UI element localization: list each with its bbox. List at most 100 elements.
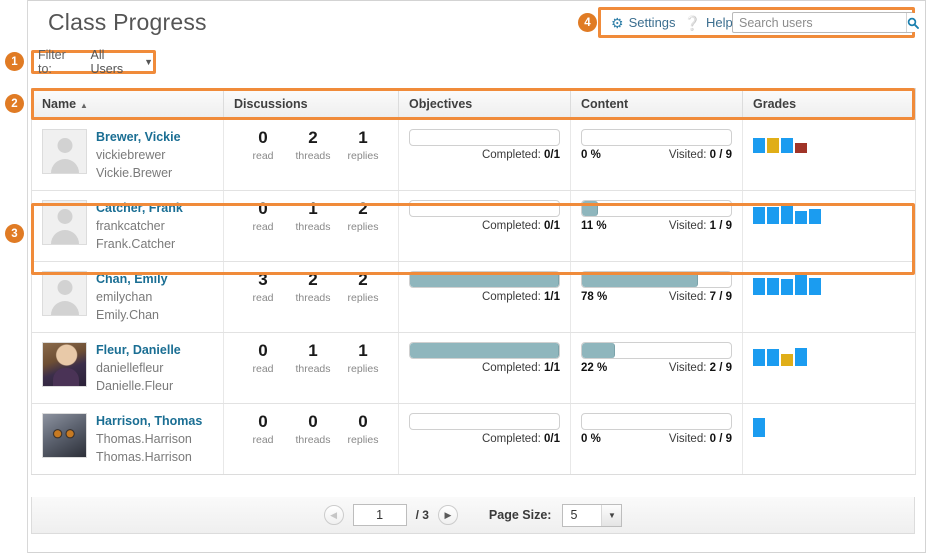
grades-bar-chart [753, 413, 905, 437]
table-row: Brewer, VickievickiebrewerVickie.Brewer 0… [32, 120, 916, 191]
search-input[interactable] [733, 13, 906, 32]
discussion-stat-replies: 1replies [338, 342, 388, 375]
cell-content: 11 %Visited: 1 / 9 [571, 191, 743, 262]
cell-grades [743, 333, 916, 404]
column-header-content[interactable]: Content [571, 89, 743, 120]
cell-discussions: 0read2threads1replies [224, 120, 399, 191]
discussion-stat-read: 0read [238, 413, 288, 446]
cell-grades [743, 120, 916, 191]
discussion-stat-threads: 0threads [288, 413, 338, 446]
content-progress-bar [581, 129, 732, 146]
help-button[interactable]: ❔ Help [684, 15, 733, 30]
student-handle: Emily.Chan [96, 306, 168, 324]
cell-grades [743, 262, 916, 333]
next-page-button[interactable]: ▶ [438, 505, 458, 525]
callout-badge-4: 4 [578, 13, 597, 32]
column-header-name[interactable]: Name▲ [32, 89, 224, 120]
discussion-stat-replies: 2replies [338, 200, 388, 233]
grade-bar [767, 138, 779, 153]
cell-content: 22 % Visited: 2 / 9 [571, 333, 743, 404]
cell-grades [743, 191, 916, 262]
student-handle: Thomas.Harrison [96, 448, 202, 466]
grade-bar [795, 143, 807, 153]
avatar [42, 413, 87, 458]
cell-objectives: Completed: 1/1 [399, 333, 571, 404]
avatar-placeholder-body [51, 159, 79, 174]
content-visited-label: Visited: 0 / 9 [669, 149, 732, 161]
grades-bar-chart [753, 129, 905, 153]
discussion-stat-replies: 1replies [338, 129, 388, 162]
content-percent: 0 % [581, 149, 601, 161]
grade-bar [781, 138, 793, 153]
student-name-link[interactable]: Harrison, Thomas [96, 413, 202, 430]
discussion-stat-threads: 2threads [288, 271, 338, 304]
student-username: Thomas.Harrison [96, 430, 202, 448]
search-button[interactable] [906, 13, 919, 32]
cell-name: Catcher, FrankfrankcatcherFrank.Catcher [32, 191, 224, 262]
page-size-value: 5 [563, 505, 601, 526]
column-header-grades[interactable]: Grades [743, 89, 916, 120]
cell-name: Fleur, DanielledaniellefleurDanielle.Fle… [32, 333, 224, 404]
discussion-stat-threads: 2threads [288, 129, 338, 162]
cell-grades [743, 404, 916, 475]
discussion-stat-read: 0read [238, 200, 288, 233]
content-percent: 22 % [581, 362, 607, 374]
content-percent: 78 % [581, 291, 607, 303]
student-username: vickiebrewer [96, 146, 181, 164]
grade-bar [781, 279, 793, 295]
column-header-discussions[interactable]: Discussions [224, 89, 399, 120]
cell-discussions: 3read2threads2replies [224, 262, 399, 333]
content-visited-label: Visited: 7 / 9 [669, 291, 732, 303]
page-frame-top-border [27, 0, 926, 1]
avatar [42, 200, 87, 245]
cell-name: Chan, EmilyemilychanEmily.Chan [32, 262, 224, 333]
student-handle: Danielle.Fleur [96, 377, 181, 395]
content-progress-bar [581, 342, 732, 359]
grade-bar [767, 278, 779, 295]
content-visited-label: Visited: 2 / 9 [669, 362, 732, 374]
content-visited-label: Visited: 0 / 9 [669, 433, 732, 445]
student-name-link[interactable]: Chan, Emily [96, 271, 168, 288]
table-row: Chan, EmilyemilychanEmily.Chan3read2thre… [32, 262, 916, 333]
grade-bar [809, 209, 821, 224]
filter-control: Filter to: All Users ▼ [31, 50, 156, 74]
objectives-label: Completed: 1/1 [482, 362, 560, 374]
avatar-photo [43, 414, 86, 457]
callout-badge-2: 2 [5, 94, 24, 113]
student-handle: Vickie.Brewer [96, 164, 181, 182]
settings-button[interactable]: ⚙ Settings [611, 15, 676, 30]
chevron-down-icon: ▼ [601, 505, 621, 526]
grade-bar [753, 278, 765, 295]
avatar [42, 342, 87, 387]
avatar-photo [43, 343, 86, 386]
objectives-label: Completed: 0/1 [482, 433, 560, 445]
page-size-select[interactable]: 5 ▼ [562, 504, 622, 527]
student-username: frankcatcher [96, 217, 183, 235]
grades-bar-chart [753, 200, 905, 224]
grade-bar [781, 354, 793, 366]
column-header-objectives[interactable]: Objectives [399, 89, 571, 120]
callout-badge-3: 3 [5, 224, 24, 243]
grade-bar [753, 138, 765, 153]
grade-bar [753, 418, 765, 437]
filter-dropdown[interactable]: All Users ▼ [90, 48, 153, 76]
student-name-link[interactable]: Catcher, Frank [96, 200, 183, 217]
chevron-down-icon: ▼ [144, 57, 153, 67]
grades-bar-chart [753, 271, 905, 295]
previous-page-button[interactable]: ◀ [324, 505, 344, 525]
top-toolbar: ⚙ Settings ❔ Help [598, 7, 915, 38]
student-name-link[interactable]: Fleur, Danielle [96, 342, 181, 359]
page-size-label: Page Size: [489, 508, 552, 522]
discussion-stat-threads: 1threads [288, 200, 338, 233]
student-username: emilychan [96, 288, 168, 306]
avatar-placeholder-head [57, 280, 72, 295]
total-pages-label: / 3 [416, 508, 429, 522]
discussion-stat-threads: 1threads [288, 342, 338, 375]
grade-bar [753, 207, 765, 224]
table-body: Brewer, VickievickiebrewerVickie.Brewer 0… [32, 120, 916, 475]
student-handle: Frank.Catcher [96, 235, 183, 253]
page-number-input[interactable] [353, 504, 407, 526]
student-name-link[interactable]: Brewer, Vickie [96, 129, 181, 146]
cell-content: 0 %Visited: 0 / 9 [571, 404, 743, 475]
discussion-stat-replies: 2replies [338, 271, 388, 304]
